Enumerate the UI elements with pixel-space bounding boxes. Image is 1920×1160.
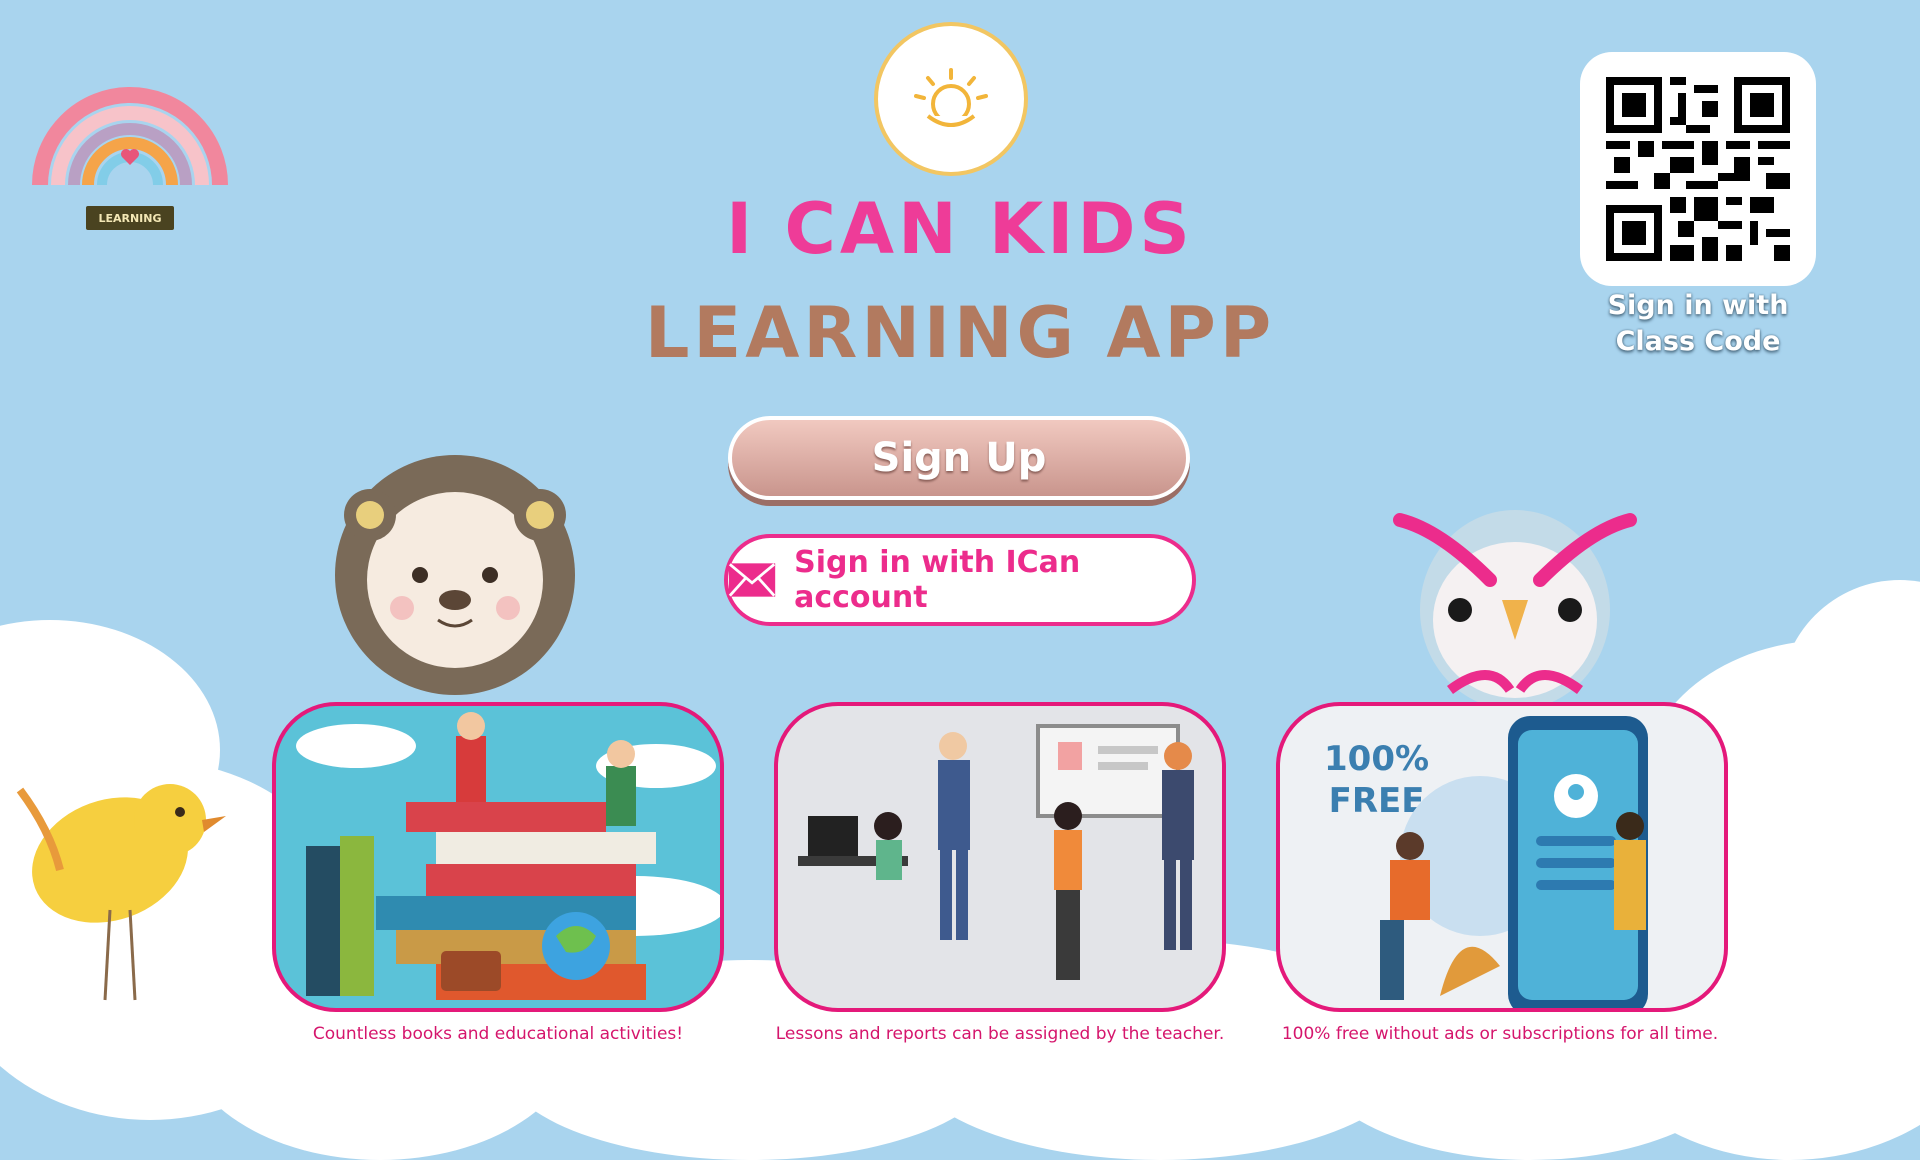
feature-card-free: 100% FREE bbox=[1276, 702, 1728, 1012]
sign-up-button[interactable]: Sign Up bbox=[728, 416, 1190, 500]
feature-card-books bbox=[272, 702, 724, 1012]
feature-caption-teacher: Lessons and reports can be assigned by t… bbox=[775, 1024, 1225, 1044]
bird-illustration bbox=[10, 750, 230, 1014]
logo-tag: LEARNING bbox=[86, 206, 174, 230]
mail-icon bbox=[728, 563, 776, 597]
feature-caption-books: Countless books and educational activiti… bbox=[312, 1024, 684, 1044]
qr-code-icon bbox=[1606, 77, 1790, 261]
rainbow-logo: LEARNING bbox=[30, 45, 230, 240]
class-code-label: Sign in with Class Code bbox=[1560, 288, 1836, 360]
owl-mascot bbox=[1390, 480, 1640, 714]
sign-in-ican-button[interactable]: Sign in with ICan account bbox=[724, 534, 1196, 626]
feature-caption-free: 100% free without ads or subscriptions f… bbox=[1281, 1024, 1719, 1044]
class-code-label-line2: Class Code bbox=[1615, 326, 1781, 357]
app-title-line1: I CAN KIDS bbox=[726, 188, 1194, 270]
class-code-label-line1: Sign in with bbox=[1607, 290, 1789, 321]
lion-mascot bbox=[320, 440, 590, 714]
sign-in-ican-label: Sign in with ICan account bbox=[794, 545, 1081, 615]
class-code-qr[interactable] bbox=[1580, 52, 1816, 286]
feature-card-teacher bbox=[774, 702, 1226, 1012]
app-logo bbox=[874, 22, 1028, 176]
app-title-line2: LEARNING APP bbox=[644, 292, 1276, 374]
sun-hand-icon bbox=[914, 68, 988, 127]
